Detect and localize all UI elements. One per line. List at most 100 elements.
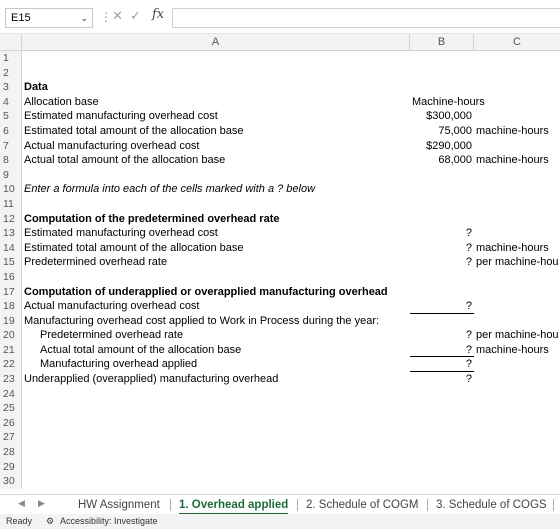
cell-c[interactable]: machine-hours — [476, 153, 549, 168]
table-row: 6 Estimated total amount of the allocatio… — [0, 123, 560, 139]
cell-b[interactable]: 75,000 — [410, 124, 474, 139]
row-header[interactable]: 1 — [0, 51, 22, 66]
column-header-b[interactable]: B — [410, 34, 474, 51]
cell-a[interactable]: Estimated manufacturing overhead cost — [24, 226, 218, 241]
select-all-corner[interactable] — [0, 34, 22, 51]
tab-schedule-of-cogs[interactable]: 3. Schedule of COGS — [436, 495, 547, 515]
row-header[interactable]: 16 — [0, 269, 22, 285]
name-box-value: E15 — [11, 12, 31, 24]
row-header[interactable]: 11 — [0, 196, 22, 212]
cell-a[interactable]: Predetermined overhead rate — [24, 255, 167, 270]
row-header[interactable]: 15 — [0, 255, 22, 270]
row-header[interactable]: 7 — [0, 138, 22, 154]
cell-a[interactable]: Computation of underapplied or overappli… — [24, 285, 388, 300]
table-row: 26 — [0, 415, 560, 431]
more-options-icon: ⋮ — [100, 10, 112, 24]
cell-a[interactable]: Computation of the predetermined overhea… — [24, 212, 279, 227]
cell-b[interactable]: 68,000 — [410, 153, 474, 168]
row-header[interactable]: 24 — [0, 386, 22, 402]
row-header[interactable]: 29 — [0, 459, 22, 475]
row-header[interactable]: 14 — [0, 240, 22, 256]
name-box[interactable]: E15 ⌄ — [5, 8, 93, 28]
row-header[interactable]: 8 — [0, 153, 22, 168]
cell-a[interactable]: Allocation base — [24, 95, 99, 110]
status-bar: Ready ⚙ Accessibility: Investigate — [0, 514, 560, 529]
row-header[interactable]: 20 — [0, 328, 22, 343]
row-header[interactable]: 6 — [0, 123, 22, 139]
table-row: 18 Actual manufacturing overhead cost? — [0, 299, 560, 314]
cell-b[interactable]: ? — [410, 328, 474, 343]
insert-function-icon[interactable]: fx — [152, 7, 164, 22]
row-header[interactable]: 19 — [0, 313, 22, 329]
cell-b[interactable]: ? — [410, 343, 474, 358]
cell-b[interactable]: Machine-hours — [410, 95, 485, 110]
cell-a[interactable]: Estimated total amount of the allocation… — [24, 241, 244, 256]
cell-a[interactable]: Manufacturing overhead applied — [40, 357, 197, 372]
cell-a[interactable]: Actual total amount of the allocation ba… — [40, 343, 241, 358]
scroll-tabs-left-icon[interactable]: ◀ — [18, 498, 25, 509]
spreadsheet-grid[interactable]: 1 2 3 Data 4 Allocation base Machine-hours 5 Est… — [0, 51, 560, 489]
chevron-down-icon[interactable]: ⌄ — [80, 9, 88, 27]
cell-b[interactable]: ? — [410, 372, 474, 387]
cell-c[interactable]: machine-hours — [476, 343, 549, 358]
cell-b[interactable]: ? — [410, 255, 474, 270]
row-header[interactable]: 4 — [0, 94, 22, 110]
row-header[interactable]: 3 — [0, 80, 22, 95]
formula-input[interactable] — [172, 8, 560, 28]
table-row: 22 Manufacturing overhead applied? — [0, 357, 560, 373]
row-header[interactable]: 5 — [0, 109, 22, 124]
cell-c[interactable]: machine-hours — [476, 241, 549, 256]
formula-bar: E15 ⌄ ⋮ ✕ ✓ fx — [0, 0, 560, 34]
row-header[interactable]: 9 — [0, 167, 22, 183]
cell-b[interactable]: $290,000 — [410, 139, 474, 154]
cell-c[interactable]: per machine-hou — [476, 328, 559, 343]
table-row: 5 Estimated manufacturing overhead cost $3… — [0, 109, 560, 124]
cell-a[interactable]: Actual manufacturing overhead cost — [24, 139, 200, 154]
cell-c[interactable]: machine-hours — [476, 124, 549, 139]
accessibility-icon: ⚙ — [46, 516, 55, 526]
row-header[interactable]: 26 — [0, 415, 22, 431]
tab-hw-assignment[interactable]: HW Assignment — [78, 495, 160, 515]
cell-a[interactable]: Estimated total amount of the allocation… — [24, 124, 244, 139]
cell-a[interactable]: Enter a formula into each of the cells m… — [24, 182, 315, 197]
table-row: 3 Data — [0, 80, 560, 95]
cell-b[interactable]: $300,000 — [410, 109, 474, 124]
cell-a[interactable]: Data — [24, 80, 48, 95]
row-header[interactable]: 17 — [0, 284, 22, 300]
cell-a[interactable]: Actual manufacturing overhead cost — [24, 299, 200, 314]
scroll-tabs-right-icon[interactable]: ▶ — [38, 498, 45, 509]
row-header[interactable]: 2 — [0, 65, 22, 81]
row-header[interactable]: 25 — [0, 401, 22, 416]
cell-b[interactable]: ? — [410, 299, 474, 314]
tab-separator — [427, 499, 428, 511]
row-header[interactable]: 21 — [0, 342, 22, 358]
cell-a[interactable]: Actual total amount of the allocation ba… — [24, 153, 225, 168]
tab-schedule-of-cogm[interactable]: 2. Schedule of COGM — [306, 495, 419, 515]
cell-a[interactable]: Underapplied (overapplied) manufacturing… — [24, 372, 278, 387]
cell-b[interactable]: ? — [410, 241, 474, 256]
cancel-icon[interactable]: ✕ — [112, 8, 123, 24]
column-header-a[interactable]: A — [22, 34, 410, 51]
cell-b[interactable]: ? — [410, 226, 474, 241]
row-header[interactable]: 27 — [0, 430, 22, 446]
cell-a[interactable]: Manufacturing overhead cost applied to W… — [24, 314, 379, 329]
row-header[interactable]: 22 — [0, 357, 22, 373]
row-header[interactable]: 12 — [0, 211, 22, 227]
tab-overhead-applied[interactable]: 1. Overhead applied — [179, 495, 289, 515]
cell-a[interactable]: Estimated manufacturing overhead cost — [24, 109, 218, 124]
cell-b[interactable]: ? — [410, 357, 474, 373]
row-header[interactable]: 23 — [0, 372, 22, 387]
tab-separator — [297, 499, 298, 511]
enter-icon[interactable]: ✓ — [130, 8, 141, 24]
table-row: 25 — [0, 401, 560, 416]
row-header[interactable]: 18 — [0, 299, 22, 314]
column-header-c[interactable]: C — [474, 34, 560, 51]
table-row: 23 Underapplied (overapplied) manufacturi… — [0, 372, 560, 387]
cell-c[interactable]: per machine-hou — [476, 255, 559, 270]
accessibility-status[interactable]: Accessibility: Investigate — [60, 514, 158, 529]
row-header[interactable]: 10 — [0, 182, 22, 197]
row-header[interactable]: 28 — [0, 445, 22, 460]
row-header[interactable]: 13 — [0, 226, 22, 241]
cell-a[interactable]: Predetermined overhead rate — [40, 328, 183, 343]
row-header[interactable]: 30 — [0, 474, 22, 489]
